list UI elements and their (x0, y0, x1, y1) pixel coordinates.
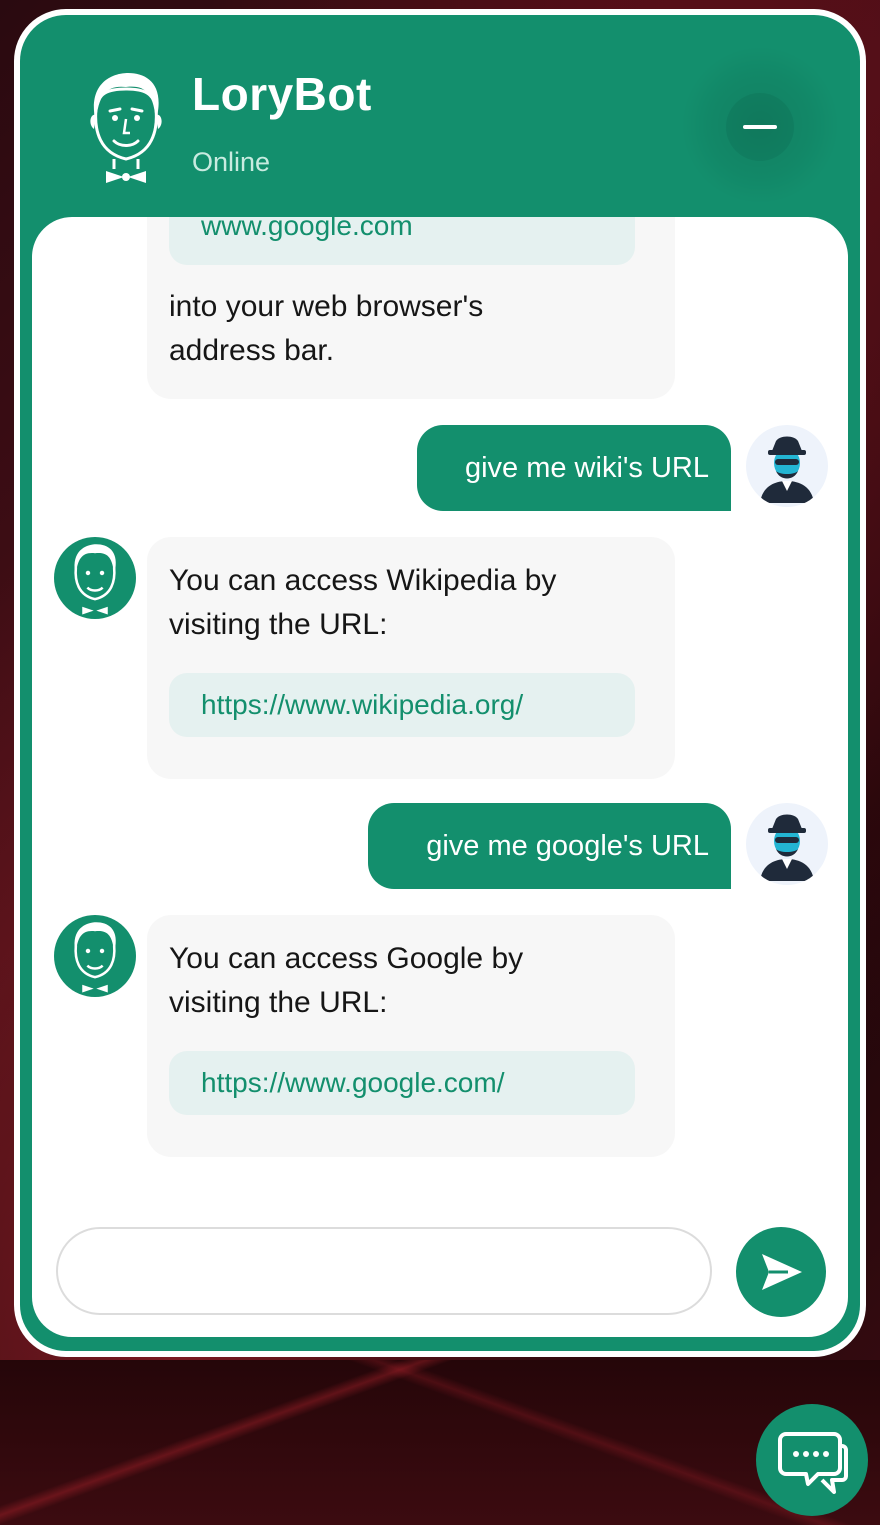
message-list[interactable]: www.google.com into your web browser's a… (32, 217, 848, 1337)
bot-avatar-icon (90, 73, 162, 183)
bot-status: Online (192, 147, 271, 177)
message-text: You can access Wikipedia by visiting the… (169, 564, 557, 641)
chat-bubble-icon (778, 1432, 848, 1494)
bot-avatar-icon (74, 922, 116, 993)
send-button[interactable] (736, 1227, 826, 1317)
minimize-button[interactable] (726, 93, 794, 161)
message-link[interactable]: https://www.google.com/ (169, 1051, 635, 1115)
user-avatar (746, 803, 828, 885)
chat-header: LoryBot Online (20, 15, 860, 223)
message-link[interactable]: https://www.wikipedia.org/ (169, 673, 635, 737)
chat-widget: LoryBot Online www.google.com into your … (14, 9, 866, 1357)
message-link[interactable]: www.google.com (169, 217, 635, 265)
bot-message: You can access Wikipedia by visiting the… (147, 537, 675, 779)
bot-message: www.google.com into your web browser's a… (147, 217, 675, 399)
user-message: give me google's URL (368, 803, 731, 889)
page-background (0, 1360, 880, 1525)
bot-message: You can access Google by visiting the UR… (147, 915, 675, 1157)
message-text: into your web browser's address bar. (169, 290, 484, 367)
chat-launcher-button[interactable] (756, 1404, 868, 1516)
message-input-wrapper (56, 1227, 712, 1315)
user-message: give me wiki's URL (417, 425, 731, 511)
chat-widget-inner: LoryBot Online www.google.com into your … (20, 15, 860, 1351)
bot-avatar-icon (74, 544, 116, 615)
message-input[interactable] (58, 1229, 710, 1313)
bot-avatar (54, 915, 136, 997)
bot-name: LoryBot (192, 68, 372, 120)
user-avatar-icon (760, 814, 814, 881)
bot-avatar (54, 537, 136, 619)
send-icon (762, 1254, 802, 1290)
user-avatar-icon (760, 436, 814, 503)
user-avatar (746, 425, 828, 507)
message-text: You can access Google by visiting the UR… (169, 942, 524, 1019)
